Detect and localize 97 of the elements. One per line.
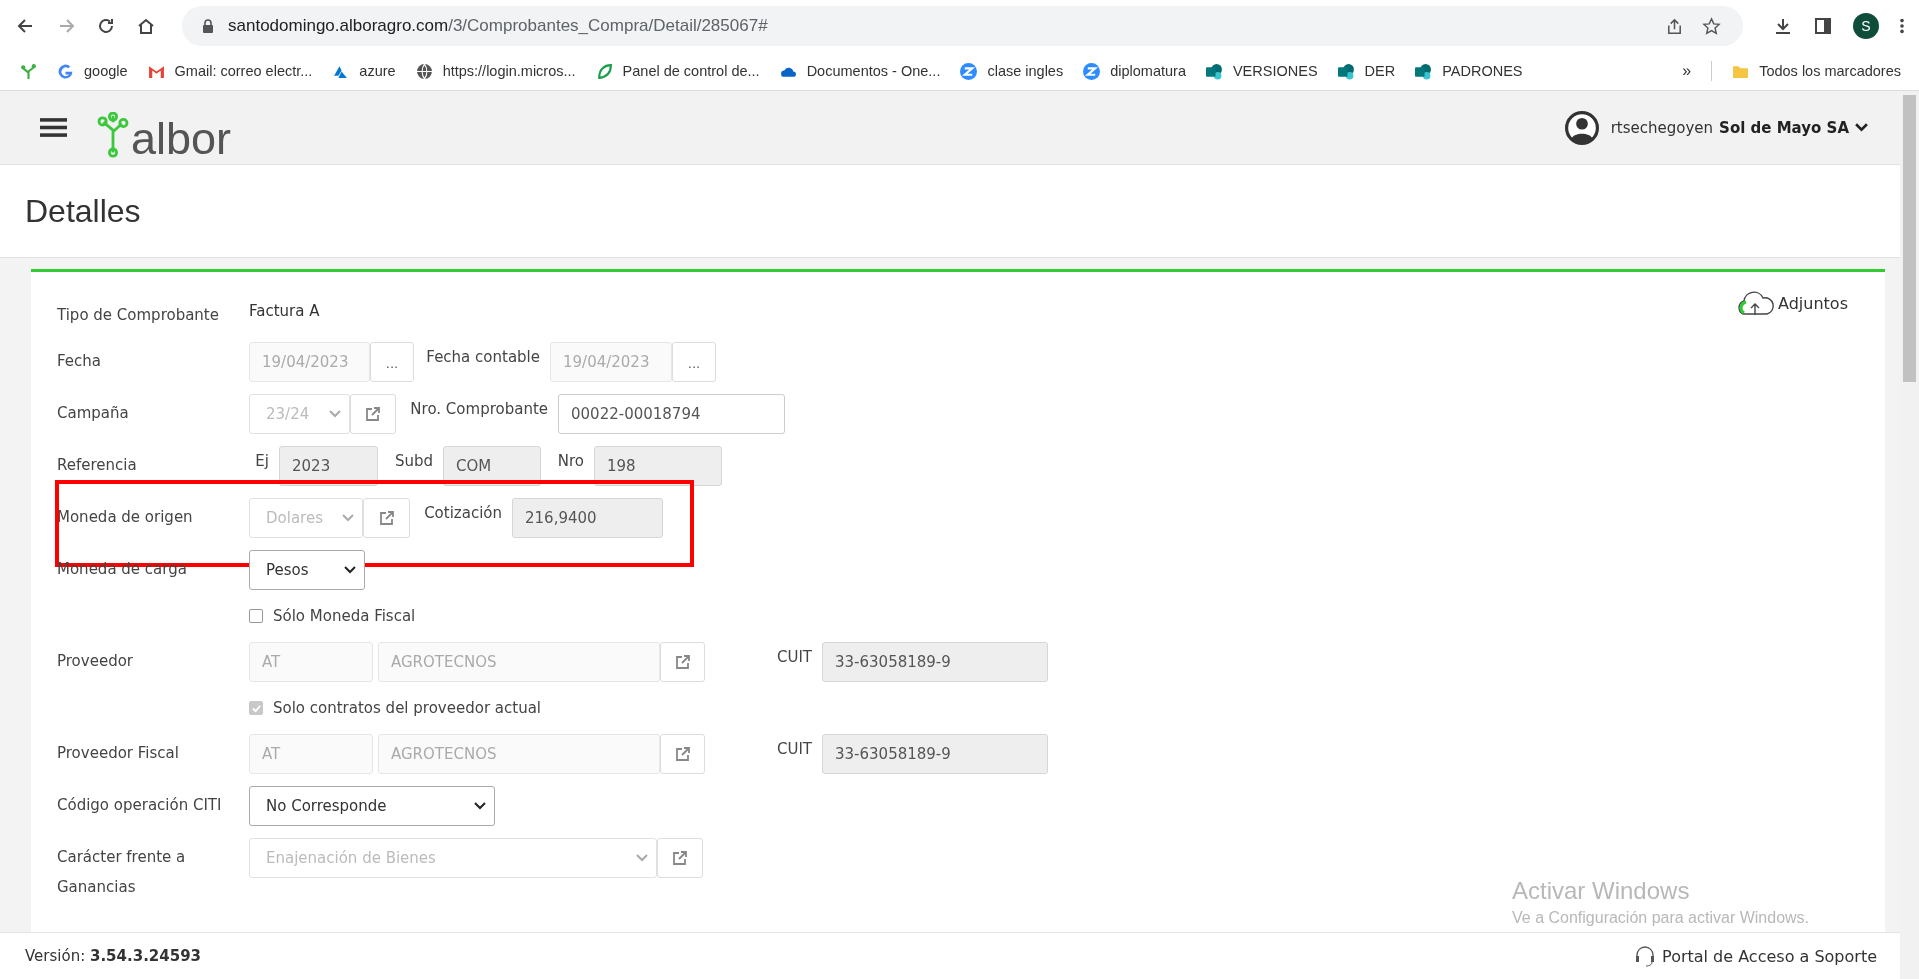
text-field[interactable]: 33-63058189-9 bbox=[822, 642, 1048, 682]
checkbox-label: Sólo Moneda Fiscal bbox=[273, 607, 416, 625]
text-field[interactable]: 33-63058189-9 bbox=[822, 734, 1048, 774]
checkbox[interactable] bbox=[249, 609, 263, 623]
date-picker-button[interactable]: ... bbox=[672, 342, 716, 382]
chevron-down-icon bbox=[636, 854, 648, 862]
open-link-button[interactable] bbox=[660, 734, 705, 774]
text-field[interactable]: COM bbox=[443, 446, 541, 486]
field-label: Fecha bbox=[57, 351, 102, 372]
s-logo-icon bbox=[1337, 62, 1355, 80]
scrollbar[interactable] bbox=[1900, 91, 1919, 979]
external-link-icon bbox=[378, 510, 395, 526]
bookmark[interactable]: Documentos - One... bbox=[779, 62, 941, 80]
bookmark[interactable]: VERSIONES bbox=[1205, 62, 1318, 80]
text-field[interactable]: 00022-00018794 bbox=[558, 394, 785, 434]
field-value: Factura A bbox=[249, 301, 320, 322]
open-link-button[interactable] bbox=[657, 838, 703, 878]
external-link-icon bbox=[674, 746, 691, 762]
bookmark[interactable]: azure bbox=[332, 62, 396, 80]
home-icon[interactable] bbox=[136, 16, 156, 36]
field-label: Proveedor Fiscal bbox=[57, 743, 180, 764]
page-title: Detalles bbox=[25, 192, 141, 230]
sprout-icon[interactable] bbox=[20, 62, 37, 80]
date-picker-button[interactable]: ... bbox=[370, 342, 414, 382]
field-label: Campaña bbox=[57, 403, 130, 424]
field-label: Referencia bbox=[57, 455, 138, 476]
tree-logo-icon bbox=[97, 111, 129, 158]
chevron-down-icon bbox=[474, 802, 486, 810]
open-link-button[interactable] bbox=[350, 394, 396, 434]
bookmark[interactable]: clase ingles bbox=[960, 62, 1064, 80]
more-bookmarks-button[interactable]: » bbox=[1682, 62, 1692, 80]
dropdown[interactable]: Pesos bbox=[249, 550, 365, 590]
bookmark[interactable]: google bbox=[57, 62, 128, 80]
user-avatar-icon[interactable] bbox=[1564, 110, 1599, 145]
text-field[interactable]: 2023 bbox=[279, 446, 378, 486]
chevron-down-icon bbox=[329, 410, 341, 418]
share-icon[interactable] bbox=[1665, 16, 1684, 36]
field-label: Nro bbox=[556, 451, 585, 472]
user-name[interactable]: rtsechegoyen bbox=[1610, 118, 1714, 137]
checkbox-label: Solo contratos del proveedor actual bbox=[273, 699, 541, 717]
company-name[interactable]: Sol de Mayo SA bbox=[1719, 118, 1849, 137]
url-host: santodomingo.alboragro.com bbox=[228, 16, 449, 36]
bookmark-folder[interactable]: Todos los marcadores bbox=[1732, 62, 1901, 80]
field-label: Cotización bbox=[423, 503, 503, 524]
url-path: /3/Comprobantes_Compra/Detail/285067# bbox=[448, 16, 768, 36]
bookmark[interactable]: PADRONES bbox=[1415, 62, 1523, 80]
address-bar[interactable]: santodomingo.alboragro.com/3/Comprobantes_Compra/Detail/285067# bbox=[182, 6, 1743, 46]
s-logo-icon bbox=[1415, 62, 1433, 80]
z-logo-icon bbox=[1083, 62, 1101, 80]
open-link-button[interactable] bbox=[363, 498, 410, 538]
z-logo-icon bbox=[960, 62, 978, 80]
bookmark[interactable]: Panel de control de... bbox=[595, 62, 760, 80]
bookmark[interactable]: https://login.micros... bbox=[415, 62, 576, 80]
text-field[interactable]: 198 bbox=[594, 446, 722, 486]
bookmark[interactable]: Gmail: correo electr... bbox=[147, 62, 313, 80]
field-label: Tipo de Comprobante bbox=[57, 305, 220, 326]
external-link-icon bbox=[674, 654, 691, 670]
bookmark[interactable]: diplomatura bbox=[1083, 62, 1186, 80]
field-label: Fecha contable bbox=[425, 347, 541, 368]
open-link-button[interactable] bbox=[660, 642, 705, 682]
globe-icon bbox=[415, 62, 433, 80]
menu-icon[interactable] bbox=[40, 117, 67, 138]
side-panel-icon[interactable] bbox=[1813, 16, 1833, 36]
scrollbar-thumb[interactable] bbox=[1903, 95, 1916, 382]
external-link-icon bbox=[365, 406, 381, 422]
menu-icon[interactable] bbox=[1899, 17, 1905, 35]
star-icon[interactable] bbox=[1702, 16, 1721, 36]
cloud-upload-icon bbox=[1735, 289, 1776, 317]
field-label: CUIT bbox=[775, 739, 813, 760]
headset-icon bbox=[1634, 945, 1657, 967]
field-label: Carácter frente a Ganancias bbox=[57, 847, 187, 898]
chevron-down-icon bbox=[344, 566, 356, 574]
field-label: Nro. Comprobante bbox=[409, 399, 549, 420]
chevron-down-icon[interactable] bbox=[1855, 123, 1868, 132]
activation-notice-title: Activar Windows bbox=[1512, 877, 1691, 905]
attachments-link[interactable]: Adjuntos bbox=[1735, 289, 1848, 317]
download-icon[interactable] bbox=[1773, 16, 1793, 36]
chevron-down-icon bbox=[342, 514, 354, 522]
bookmark[interactable]: DER bbox=[1337, 62, 1396, 80]
logo-text: albor bbox=[131, 115, 232, 161]
g-logo-icon bbox=[57, 62, 74, 80]
field-label: Proveedor bbox=[57, 651, 134, 672]
support-link[interactable]: Portal de Acceso a Soporte bbox=[1634, 945, 1877, 967]
reload-icon[interactable] bbox=[96, 16, 116, 36]
text-field[interactable]: 216,9400 bbox=[512, 498, 663, 538]
lock-icon bbox=[202, 19, 214, 33]
dropdown[interactable]: No Corresponde bbox=[249, 786, 495, 826]
leaf-icon bbox=[595, 62, 613, 80]
activation-notice-text: Ve a Configuración para activar Windows. bbox=[1512, 909, 1810, 927]
external-link-icon bbox=[672, 850, 688, 866]
field-label: Código operación CITI bbox=[57, 795, 223, 816]
version-text: Versión: 3.54.3.24593 bbox=[25, 947, 201, 965]
s-logo-icon bbox=[1205, 62, 1223, 80]
profile-avatar[interactable]: S bbox=[1853, 13, 1879, 39]
field-label: Ej bbox=[254, 451, 270, 472]
field-label: CUIT bbox=[775, 647, 813, 668]
field-label: Subd bbox=[393, 451, 434, 472]
